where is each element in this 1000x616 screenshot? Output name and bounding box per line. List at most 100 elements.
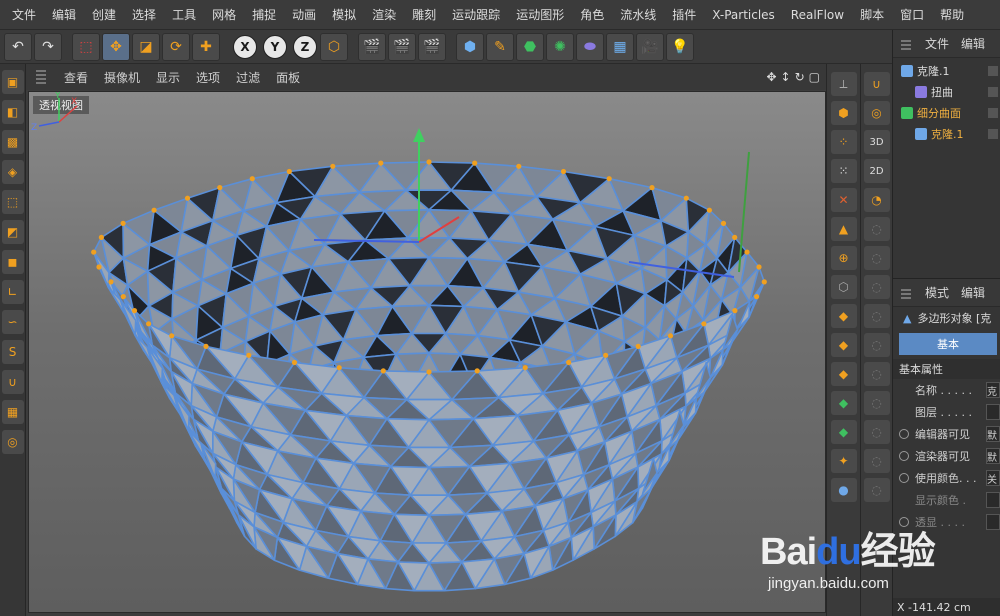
object-menu-file[interactable]: 文件	[919, 35, 955, 52]
attribute-value-field[interactable]: 克	[986, 382, 1000, 398]
snap-2d-icon[interactable]: 2D	[863, 159, 890, 183]
symmetry-icon[interactable]: ⬡	[830, 275, 857, 299]
snap-option-4-icon[interactable]: ◌	[863, 304, 890, 328]
viewport-menu-options[interactable]: 选项	[188, 69, 228, 86]
snap-option-10-icon[interactable]: ◌	[863, 478, 890, 502]
render-picture-viewer-button[interactable]: 🎬	[388, 32, 416, 61]
workplane-lock-icon[interactable]: ▦	[1, 400, 24, 424]
tag-4-icon[interactable]: ◆	[830, 391, 857, 415]
render-settings-button[interactable]: 🎬	[418, 32, 446, 61]
axis-mode-icon[interactable]: ∟	[1, 280, 24, 304]
attribute-value-field[interactable]	[986, 514, 1000, 530]
pan-icon[interactable]: ✥	[766, 70, 776, 84]
texture-mode-icon[interactable]: ▩	[1, 130, 24, 154]
menu-item-7[interactable]: 动画	[284, 6, 324, 23]
viewport-menu-filter[interactable]: 过滤	[228, 69, 268, 86]
viewport-menu-display[interactable]: 显示	[148, 69, 188, 86]
polygons-mode-icon[interactable]: ◼	[1, 250, 24, 274]
floor-button[interactable]: ▦	[606, 32, 634, 61]
snap-3d-icon[interactable]: 3D	[863, 130, 890, 154]
menu-item-17[interactable]: RealFlow	[783, 8, 852, 22]
model-mode-icon[interactable]: ◧	[1, 100, 24, 124]
viewport-menu-view[interactable]: 查看	[56, 69, 96, 86]
attribute-value-field[interactable]	[986, 492, 1000, 508]
attribute-value-field[interactable]: 默	[986, 448, 1000, 464]
snap-mode-icon[interactable]: ◎	[863, 101, 890, 125]
cloner-button[interactable]: ✺	[546, 32, 574, 61]
menu-item-10[interactable]: 雕刻	[404, 6, 444, 23]
workplane-mode-icon[interactable]: ◈	[1, 160, 24, 184]
menu-item-15[interactable]: 插件	[664, 6, 704, 23]
tag-2-icon[interactable]: ◆	[830, 333, 857, 357]
attr-menu-mode[interactable]: 模式	[919, 284, 955, 301]
make-editable-icon[interactable]: ▣	[1, 70, 24, 94]
snap-option-3-icon[interactable]: ◌	[863, 275, 890, 299]
points-mode-icon[interactable]: ⬚	[1, 190, 24, 214]
visibility-toggle-icon[interactable]	[988, 107, 998, 118]
redo-button[interactable]: ↷	[34, 32, 62, 61]
pen-spline-button[interactable]: ✎	[486, 32, 514, 61]
tag-3-icon[interactable]: ◆	[830, 362, 857, 386]
menu-item-2[interactable]: 创建	[84, 6, 124, 23]
cube-primitive-button[interactable]: ⬢	[456, 32, 484, 61]
menu-item-9[interactable]: 渲染	[364, 6, 404, 23]
maximize-view-icon[interactable]: ▢	[809, 70, 820, 84]
snap-option-6-icon[interactable]: ◌	[863, 362, 890, 386]
viewport-menu-panel[interactable]: 面板	[268, 69, 308, 86]
snap-option-5-icon[interactable]: ◌	[863, 333, 890, 357]
subdivision-surface-button[interactable]: ⬣	[516, 32, 544, 61]
zoom-icon[interactable]: ↕	[781, 70, 791, 84]
object-tree-item[interactable]: 扭曲	[893, 81, 1000, 102]
solo-icon[interactable]: ◎	[1, 430, 24, 454]
y-axis-lock-button[interactable]: Y	[263, 34, 287, 59]
animate-radio-icon[interactable]	[899, 517, 909, 527]
perspective-viewport[interactable]: 透视视图 Y X Z	[28, 91, 826, 613]
snap-option-7-icon[interactable]: ◌	[863, 391, 890, 415]
visibility-toggle-icon[interactable]	[988, 128, 998, 139]
render-view-button[interactable]: 🎬	[358, 32, 386, 61]
coordinate-readout[interactable]: X -141.42 cm	[893, 598, 1000, 616]
object-tree-item[interactable]: 克隆.1	[893, 60, 1000, 81]
triangle-icon[interactable]: ▲	[830, 217, 857, 241]
menu-item-3[interactable]: 选择	[124, 6, 164, 23]
menu-item-5[interactable]: 网格	[204, 6, 244, 23]
polygon-object-icon[interactable]: ⬢	[830, 101, 857, 125]
tab-basic[interactable]: 基本	[899, 333, 997, 355]
menu-item-11[interactable]: 运动跟踪	[444, 6, 508, 23]
attr-menu-edit[interactable]: 编辑	[955, 284, 991, 301]
snap-option-1-icon[interactable]: ◌	[863, 217, 890, 241]
menu-item-16[interactable]: X-Particles	[704, 8, 783, 22]
point-grid-icon[interactable]: ⁘	[830, 130, 857, 154]
visibility-toggle-icon[interactable]	[988, 65, 998, 76]
tweak-mode-icon[interactable]: ∽	[1, 310, 24, 334]
undo-button[interactable]: ↶	[4, 32, 32, 61]
x-axis-lock-button[interactable]: X	[233, 34, 257, 59]
attribute-value-field[interactable]	[986, 404, 1000, 420]
viewport-menu-camera[interactable]: 摄像机	[96, 69, 148, 86]
point-matrix-icon[interactable]: ⁙	[830, 159, 857, 183]
edges-mode-icon[interactable]: ◩	[1, 220, 24, 244]
camera-button[interactable]: 🎥	[636, 32, 664, 61]
object-menu-edit[interactable]: 编辑	[955, 35, 991, 52]
object-tree-item[interactable]: 细分曲面	[893, 102, 1000, 123]
light-button[interactable]: 💡	[666, 32, 694, 61]
menu-item-4[interactable]: 工具	[164, 6, 204, 23]
menu-item-14[interactable]: 流水线	[612, 6, 664, 23]
snap-settings-icon[interactable]: ◔	[863, 188, 890, 212]
menu-item-18[interactable]: 脚本	[852, 6, 892, 23]
menu-item-13[interactable]: 角色	[572, 6, 612, 23]
tag-1-icon[interactable]: ◆	[830, 304, 857, 328]
animate-radio-icon[interactable]	[899, 429, 909, 439]
snap-option-9-icon[interactable]: ◌	[863, 449, 890, 473]
align-axis-icon[interactable]: ⊕	[830, 246, 857, 270]
last-tool-button[interactable]: ✚	[192, 32, 220, 61]
tag-5-icon[interactable]: ◆	[830, 420, 857, 444]
menu-item-12[interactable]: 运动图形	[508, 6, 572, 23]
menu-item-20[interactable]: 帮助	[932, 6, 972, 23]
tag-6-icon[interactable]: ✦	[830, 449, 857, 473]
orbit-icon[interactable]: ↻	[795, 70, 805, 84]
menu-item-0[interactable]: 文件	[4, 6, 44, 23]
menu-item-6[interactable]: 捕捉	[244, 6, 284, 23]
scale-tool-button[interactable]: ◪	[132, 32, 160, 61]
menu-item-19[interactable]: 窗口	[892, 6, 932, 23]
